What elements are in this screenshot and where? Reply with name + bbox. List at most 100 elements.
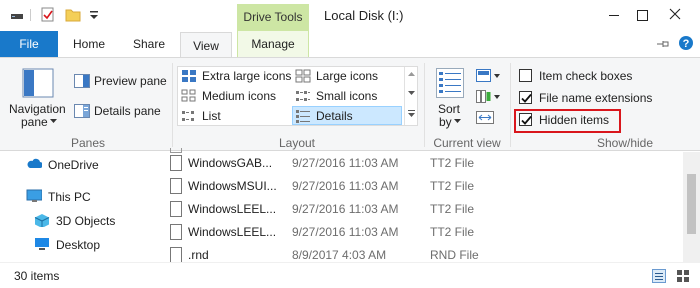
file-name-extensions-option[interactable]: File name extensions: [517, 89, 667, 107]
group-divider: [424, 63, 425, 147]
panes-group-label: Panes: [70, 136, 106, 150]
tab-manage[interactable]: Manage: [237, 31, 309, 58]
layout-medium-icons[interactable]: Medium icons: [180, 87, 290, 105]
file-icon: [170, 224, 182, 240]
close-button[interactable]: [666, 5, 684, 23]
window-title: Local Disk (I:): [324, 8, 404, 23]
file-name: WindowsGAB...: [188, 156, 273, 170]
nav-item-onedrive[interactable]: OneDrive: [0, 154, 148, 174]
layout-large-icons[interactable]: Large icons: [294, 67, 402, 85]
preview-pane-label: Preview pane: [94, 74, 167, 88]
file-name: WindowsLEEL...: [188, 202, 277, 216]
layout-details[interactable]: Details: [294, 107, 402, 125]
drive-tools-context-label: Drive Tools: [237, 4, 309, 31]
file-row[interactable]: WindowsLEEL... 9/27/2016 11:03 AM TT2 Fi…: [148, 221, 683, 244]
tab-view[interactable]: View: [180, 32, 232, 59]
list-icon: [182, 111, 194, 121]
file-row[interactable]: WindowsMSUI... 9/27/2016 11:03 AM TT2 Fi…: [148, 175, 683, 198]
item-check-boxes-label: Item check boxes: [539, 69, 633, 83]
sort-by-button[interactable]: Sort by: [432, 64, 470, 132]
help-icon[interactable]: ?: [678, 35, 694, 51]
file-type: RND File: [430, 248, 479, 262]
file-icon: [170, 155, 182, 171]
details-view-icon[interactable]: [652, 269, 666, 283]
pin-ribbon-icon[interactable]: [656, 38, 670, 50]
navigation-pane-button[interactable]: Navigation pane: [8, 64, 68, 130]
add-columns-icon: [476, 90, 500, 103]
chevron-down-icon[interactable]: [408, 91, 415, 96]
layout-list[interactable]: List: [180, 107, 290, 125]
sort-icon: [436, 68, 464, 98]
extra-large-icons-label: Extra large icons: [202, 69, 292, 83]
file-name-extensions-checkbox[interactable]: [519, 91, 532, 104]
tab-file[interactable]: File: [0, 31, 58, 58]
medium-icons-label: Medium icons: [202, 89, 277, 103]
group-divider: [510, 63, 511, 147]
svg-text:?: ?: [683, 38, 690, 50]
checkmark-icon: [521, 93, 532, 103]
small-icons-icon: [296, 91, 310, 101]
layout-gallery-scroll[interactable]: [404, 67, 417, 125]
vertical-scrollbar[interactable]: [683, 152, 700, 262]
file-date: 8/9/2017 4:03 AM: [292, 248, 387, 262]
group-divider: [172, 63, 173, 147]
file-name-extensions-label: File name extensions: [539, 91, 653, 105]
large-icons-view-icon[interactable]: [676, 269, 690, 283]
gallery-more-icon[interactable]: [408, 110, 415, 118]
size-columns-icon: [476, 111, 494, 124]
nav-item-label: Desktop: [56, 238, 101, 252]
tab-home[interactable]: Home: [60, 31, 118, 58]
medium-icons-icon: [181, 89, 196, 102]
tab-share[interactable]: Share: [120, 31, 178, 58]
nav-item-3d-objects[interactable]: 3D Objects: [0, 210, 148, 230]
qa-divider: [30, 9, 31, 21]
layout-extra-large-icons[interactable]: Extra large icons: [180, 67, 292, 85]
chevron-up-icon[interactable]: [408, 72, 415, 77]
file-date: 9/27/2016 11:03 AM: [292, 202, 399, 216]
nav-item-desktop[interactable]: Desktop: [0, 234, 148, 254]
extra-large-icons-icon: [182, 70, 196, 82]
sort-by-label: Sort: [438, 102, 461, 116]
file-row[interactable]: WindowsLEEL... 9/27/2016 11:03 AM TT2 Fi…: [148, 198, 683, 221]
hidden-items-highlight-box: [514, 109, 621, 133]
item-check-boxes-option[interactable]: Item check boxes: [517, 67, 647, 85]
small-icons-label: Small icons: [316, 89, 378, 103]
ribbon-view: Navigation pane Preview pane Details pan…: [0, 57, 700, 151]
large-icons-label: Large icons: [316, 69, 379, 83]
status-bar: 30 items: [0, 262, 700, 288]
nav-item-this-pc[interactable]: This PC: [0, 186, 148, 206]
navigation-pane-icon: [22, 68, 54, 98]
ribbon-tabs: File Home Share View Manage ?: [0, 31, 700, 59]
details-icon: [296, 110, 310, 123]
minimize-button[interactable]: [605, 7, 623, 23]
scrollbar-thumb[interactable]: [687, 174, 696, 234]
item-check-boxes-checkbox[interactable]: [519, 69, 532, 82]
properties-icon[interactable]: [41, 7, 55, 23]
nav-item-label: 3D Objects: [56, 214, 116, 228]
file-name: WindowsLEEL...: [188, 225, 277, 239]
preview-pane-icon: [74, 74, 90, 88]
maximize-button[interactable]: [633, 7, 651, 23]
sort-by-label-2: by: [439, 115, 452, 129]
nav-item-label: OneDrive: [48, 158, 99, 172]
details-pane-button[interactable]: Details pane: [72, 102, 167, 120]
nav-item-label: This PC: [48, 190, 91, 204]
file-icon: [170, 247, 182, 263]
desktop-icon: [35, 238, 49, 250]
drive-icon[interactable]: [10, 7, 24, 23]
layout-small-icons[interactable]: Small icons: [294, 87, 402, 105]
customize-toolbar-icon[interactable]: [88, 7, 100, 23]
file-type: TT2 File: [430, 156, 475, 170]
file-date: 9/27/2016 11:03 AM: [292, 225, 399, 239]
chevron-down-icon: [454, 119, 461, 123]
add-columns-button[interactable]: [475, 89, 501, 107]
preview-pane-button[interactable]: Preview pane: [72, 72, 167, 90]
chevron-down-icon: [50, 119, 57, 123]
file-name: .rnd: [188, 248, 209, 262]
file-row[interactable]: WindowsGAB... 9/27/2016 11:03 AM TT2 Fil…: [148, 152, 683, 175]
cube-icon: [34, 214, 50, 227]
file-date: 9/27/2016 11:03 AM: [292, 156, 399, 170]
size-all-columns-button[interactable]: [475, 110, 497, 128]
new-folder-icon[interactable]: [65, 7, 81, 23]
group-by-button[interactable]: [475, 68, 501, 86]
